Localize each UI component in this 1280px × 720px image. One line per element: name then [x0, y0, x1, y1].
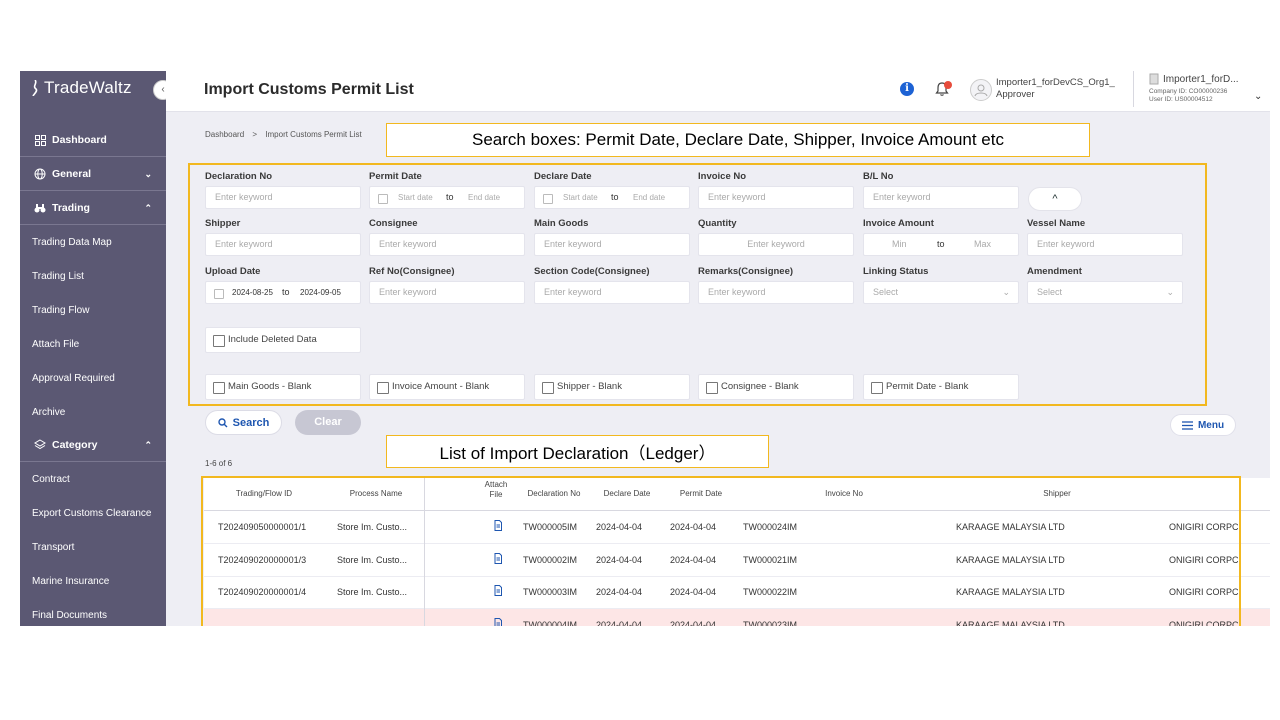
sidebar-item-label: Trading List	[32, 270, 84, 282]
avatar[interactable]	[970, 79, 992, 101]
user-role: Approver	[996, 89, 1035, 100]
sidebar-item-label: General	[52, 168, 92, 180]
user-name: Importer1_forDevCS_Org1_	[996, 77, 1115, 88]
user-id: User ID: US00004512	[1149, 96, 1213, 103]
binoculars-icon	[34, 202, 46, 214]
company-info[interactable]: Importer1_forD... Company ID: CO00000236…	[1149, 73, 1239, 104]
sidebar-item-label: Marine Insurance	[32, 575, 110, 587]
app-logo[interactable]: TradeWaltz	[30, 78, 132, 98]
sidebar-item-transport[interactable]: Transport	[20, 530, 166, 564]
sidebar-item-label: Dashboard	[52, 134, 107, 146]
result-count: 1-6 of 6	[205, 459, 233, 468]
menu-button[interactable]: Menu	[1170, 414, 1236, 436]
search-annotation-frame	[188, 163, 1207, 406]
sidebar-item-trading[interactable]: Trading ⌃	[20, 191, 166, 225]
user-icon	[974, 84, 988, 97]
sidebar-item-label: Trading Data Map	[32, 236, 112, 248]
company-id: Company ID: CO00000236	[1149, 88, 1228, 95]
sidebar-item-attach-file[interactable]: Attach File	[20, 327, 166, 361]
search-button-label: Search	[232, 416, 270, 429]
sidebar-item-marine-insurance[interactable]: Marine Insurance	[20, 564, 166, 598]
menu-button-label: Menu	[1197, 419, 1225, 431]
logo-text: TradeWaltz	[44, 78, 132, 97]
search-icon	[217, 417, 228, 427]
sidebar-item-label: Archive	[32, 406, 66, 418]
sidebar-item-export-customs-clearance[interactable]: Export Customs Clearance	[20, 496, 166, 530]
chevron-down-icon[interactable]: ⌄	[1254, 91, 1262, 102]
sidebar-item-label: Approval Required	[32, 372, 115, 384]
header-divider	[1133, 71, 1134, 107]
sidebar-item-dashboard[interactable]: Dashboard	[20, 123, 166, 157]
breadcrumb-separator: >	[252, 130, 258, 139]
logo-icon	[32, 80, 38, 96]
sidebar-item-approval-required[interactable]: Approval Required	[20, 361, 166, 395]
sidebar-item-label: Transport	[32, 541, 75, 553]
sidebar-item-label: Export Customs Clearance	[32, 507, 152, 519]
hamburger-icon	[1181, 420, 1193, 430]
notification-badge	[944, 81, 952, 89]
chevron-up-icon: ⌃	[144, 202, 152, 213]
search-button[interactable]: Search	[205, 410, 282, 435]
sidebar: TradeWaltz ‹ Dashboard General ⌄ Trading ⌃ Tr…	[20, 71, 173, 626]
search-annotation-label: Search boxes: Permit Date, Declare Date,…	[386, 123, 1090, 157]
grid-icon	[34, 134, 46, 146]
sidebar-item-trading-data-map[interactable]: Trading Data Map	[20, 225, 166, 259]
sidebar-item-final-documents[interactable]: Final Documents	[20, 598, 166, 626]
sidebar-item-label: Trading Flow	[32, 304, 90, 316]
sidebar-item-trading-list[interactable]: Trading List	[20, 259, 166, 293]
chevron-down-icon: ⌄	[144, 168, 152, 179]
page-title: Import Customs Permit List	[204, 81, 414, 98]
sidebar-item-contract[interactable]: Contract	[20, 462, 166, 496]
sidebar-item-general[interactable]: General ⌄	[20, 157, 166, 191]
list-annotation-label: List of Import Declaration（Ledger）	[386, 435, 769, 468]
breadcrumb-home[interactable]: Dashboard	[205, 130, 244, 139]
sidebar-item-label: Category	[52, 439, 98, 451]
sidebar-item-category[interactable]: Category ⌃	[20, 428, 166, 462]
app-window: TradeWaltz ‹ Dashboard General ⌄ Trading ⌃ Tr…	[20, 71, 1270, 626]
sidebar-item-label: Attach File	[32, 338, 80, 350]
sidebar-item-trading-flow[interactable]: Trading Flow	[20, 293, 166, 327]
sidebar-item-archive[interactable]: Archive	[20, 395, 166, 429]
list-annotation-frame	[201, 476, 1241, 626]
breadcrumb: Dashboard > Import Customs Permit List	[205, 130, 362, 139]
chevron-up-icon: ⌃	[144, 439, 152, 450]
info-icon[interactable]: i	[900, 82, 914, 96]
sidebar-item-label: Final Documents	[32, 609, 108, 621]
company-name: Importer1_forD...	[1163, 73, 1239, 85]
globe-icon	[34, 168, 46, 180]
sidebar-item-label: Contract	[32, 473, 70, 485]
building-icon	[1149, 73, 1159, 85]
user-info[interactable]: Importer1_forDevCS_Org1_ Approver	[996, 77, 1126, 101]
layers-icon	[34, 439, 46, 451]
sidebar-item-label: Trading	[52, 202, 90, 214]
breadcrumb-current: Import Customs Permit List	[265, 130, 362, 139]
clear-button[interactable]: Clear	[295, 410, 361, 435]
header: Import Customs Permit List i Importer1_f…	[166, 71, 1270, 112]
